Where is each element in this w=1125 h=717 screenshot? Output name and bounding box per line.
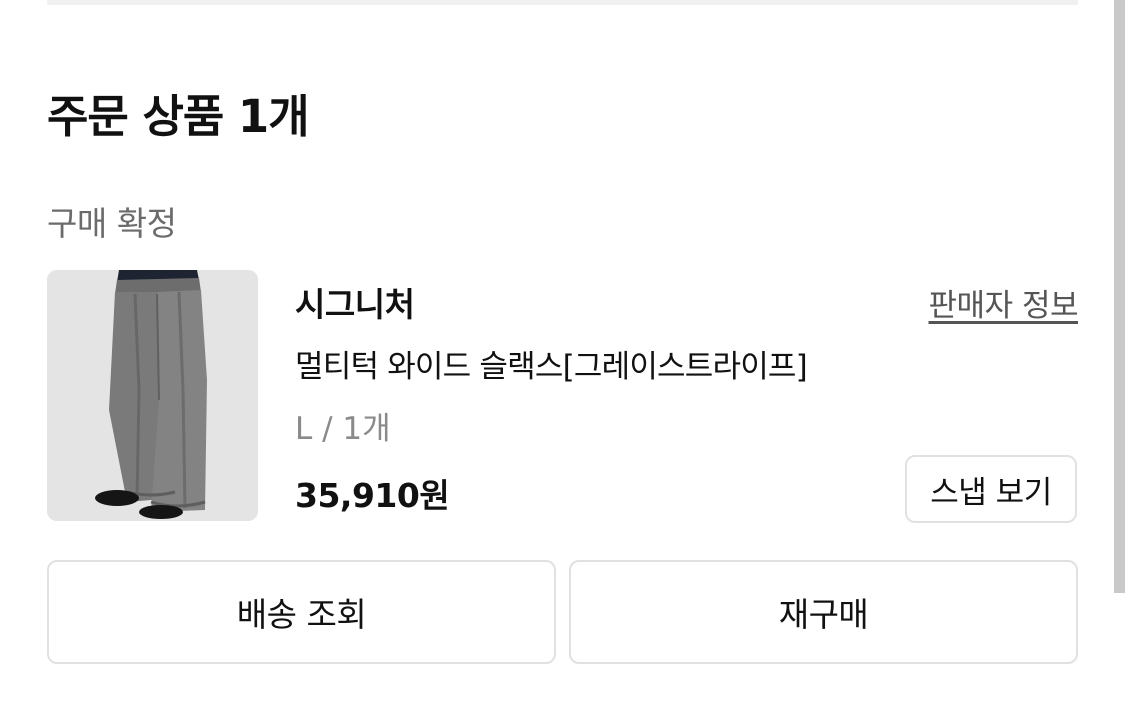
product-price: 35,910원 xyxy=(295,476,450,515)
product-option: L / 1개 xyxy=(295,411,391,447)
order-detail-page: 주문 상품 1개 구매 확정 시그니처 판매자 정보 멀티턱 와이드 슬랙스[그… xyxy=(0,0,1125,717)
brand-name[interactable]: 시그니처 xyxy=(295,278,415,326)
order-items-title: 주문 상품 1개 xyxy=(47,90,310,143)
order-status-label: 구매 확정 xyxy=(47,204,177,243)
section-divider xyxy=(47,0,1078,5)
seller-info-link[interactable]: 판매자 정보 xyxy=(929,280,1079,325)
view-snap-button[interactable]: 스냅 보기 xyxy=(905,455,1077,523)
track-delivery-button[interactable]: 배송 조회 xyxy=(47,560,556,664)
scrollbar[interactable] xyxy=(1114,0,1125,593)
product-photo-icon xyxy=(47,270,258,521)
product-name[interactable]: 멀티턱 와이드 슬랙스[그레이스트라이프] xyxy=(295,341,808,386)
product-thumbnail[interactable] xyxy=(47,270,258,521)
rebuy-button[interactable]: 재구매 xyxy=(569,560,1078,664)
